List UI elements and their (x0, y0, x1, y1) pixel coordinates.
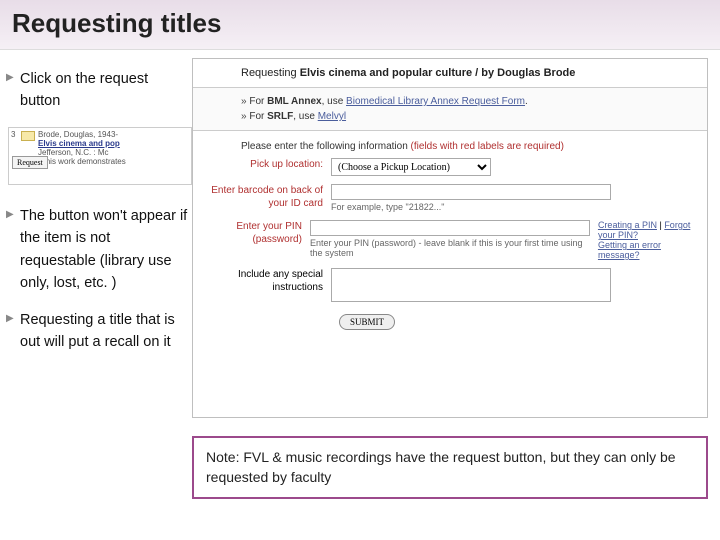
pin-hint: Enter your PIN (password) - leave blank … (310, 238, 590, 258)
bullet-arrow-icon: ▶ (6, 68, 20, 113)
form-heading: Requesting Elvis cinema and popular cult… (193, 59, 707, 87)
special-instructions-textarea[interactable] (331, 268, 611, 302)
melvyl-link[interactable]: Melvyl (318, 111, 346, 122)
barcode-hint: For example, type "21822..." (331, 202, 697, 212)
request-button[interactable]: Request (12, 156, 48, 169)
pin-help-links: Creating a PIN | Forgot your PIN? Gettin… (590, 220, 697, 260)
bullet-text: The button won't appear if the item is n… (20, 205, 190, 295)
creating-pin-link[interactable]: Creating a PIN (598, 220, 657, 230)
bml-request-link[interactable]: Biomedical Library Annex Request Form (346, 96, 525, 107)
slide-header: Requesting titles (0, 0, 720, 50)
page-title: Requesting titles (12, 8, 708, 39)
form-heading-prefix: Requesting (241, 67, 300, 79)
bullet-text: Click on the request button (20, 68, 190, 113)
pin-label: Enter your PIN (password) (211, 220, 310, 246)
result-description: "This work demonstrates (38, 157, 189, 166)
form-instructions: Please enter the following information (… (193, 131, 707, 154)
pickup-label: Pick up location: (211, 158, 331, 171)
srlf-notice: For SRLF, use Melvyl (241, 109, 707, 124)
form-notice-block: For BML Annex, use Biomedical Library An… (193, 87, 707, 131)
bullet-1: ▶ Click on the request button (6, 68, 190, 113)
submit-button[interactable]: SUBMIT (339, 314, 395, 330)
right-column: Requesting Elvis cinema and popular cult… (192, 50, 718, 499)
barcode-label: Enter barcode on back of your ID card (211, 184, 331, 210)
special-label: Include any special instructions (211, 268, 331, 294)
catalog-snippet: 3 Brode, Douglas, 1943- Elvis cinema and… (8, 127, 192, 185)
bml-notice: For BML Annex, use Biomedical Library An… (241, 94, 707, 109)
error-help-link[interactable]: Getting an error message? (598, 240, 661, 260)
bullet-text: Requesting a title that is out will put … (20, 309, 190, 354)
pin-row: Enter your PIN (password) Enter your PIN… (193, 216, 707, 264)
bullet-2: ▶ The button won't appear if the item is… (6, 205, 190, 295)
book-icon (21, 131, 35, 141)
result-title-link[interactable]: Elvis cinema and pop (38, 139, 189, 148)
content-area: ▶ Click on the request button 3 Brode, D… (0, 50, 720, 499)
barcode-input[interactable] (331, 184, 611, 200)
request-form-panel: Requesting Elvis cinema and popular cult… (192, 58, 708, 418)
form-heading-title: Elvis cinema and popular culture / by Do… (300, 67, 576, 79)
special-row: Include any special instructions (193, 264, 707, 306)
submit-row: SUBMIT (193, 306, 707, 330)
pin-input[interactable] (310, 220, 590, 236)
bullet-arrow-icon: ▶ (6, 205, 20, 295)
bullet-3: ▶ Requesting a title that is out will pu… (6, 309, 190, 354)
pickup-location-select[interactable]: (Choose a Pickup Location) (331, 158, 491, 176)
left-column: ▶ Click on the request button 3 Brode, D… (0, 50, 192, 499)
barcode-row: Enter barcode on back of your ID card Fo… (193, 180, 707, 216)
pickup-row: Pick up location: (Choose a Pickup Locat… (193, 154, 707, 180)
note-box: Note: FVL & music recordings have the re… (192, 436, 708, 499)
result-author: Brode, Douglas, 1943- (38, 130, 189, 139)
result-publisher: Jefferson, N.C. : Mc (38, 148, 189, 157)
bullet-arrow-icon: ▶ (6, 309, 20, 354)
